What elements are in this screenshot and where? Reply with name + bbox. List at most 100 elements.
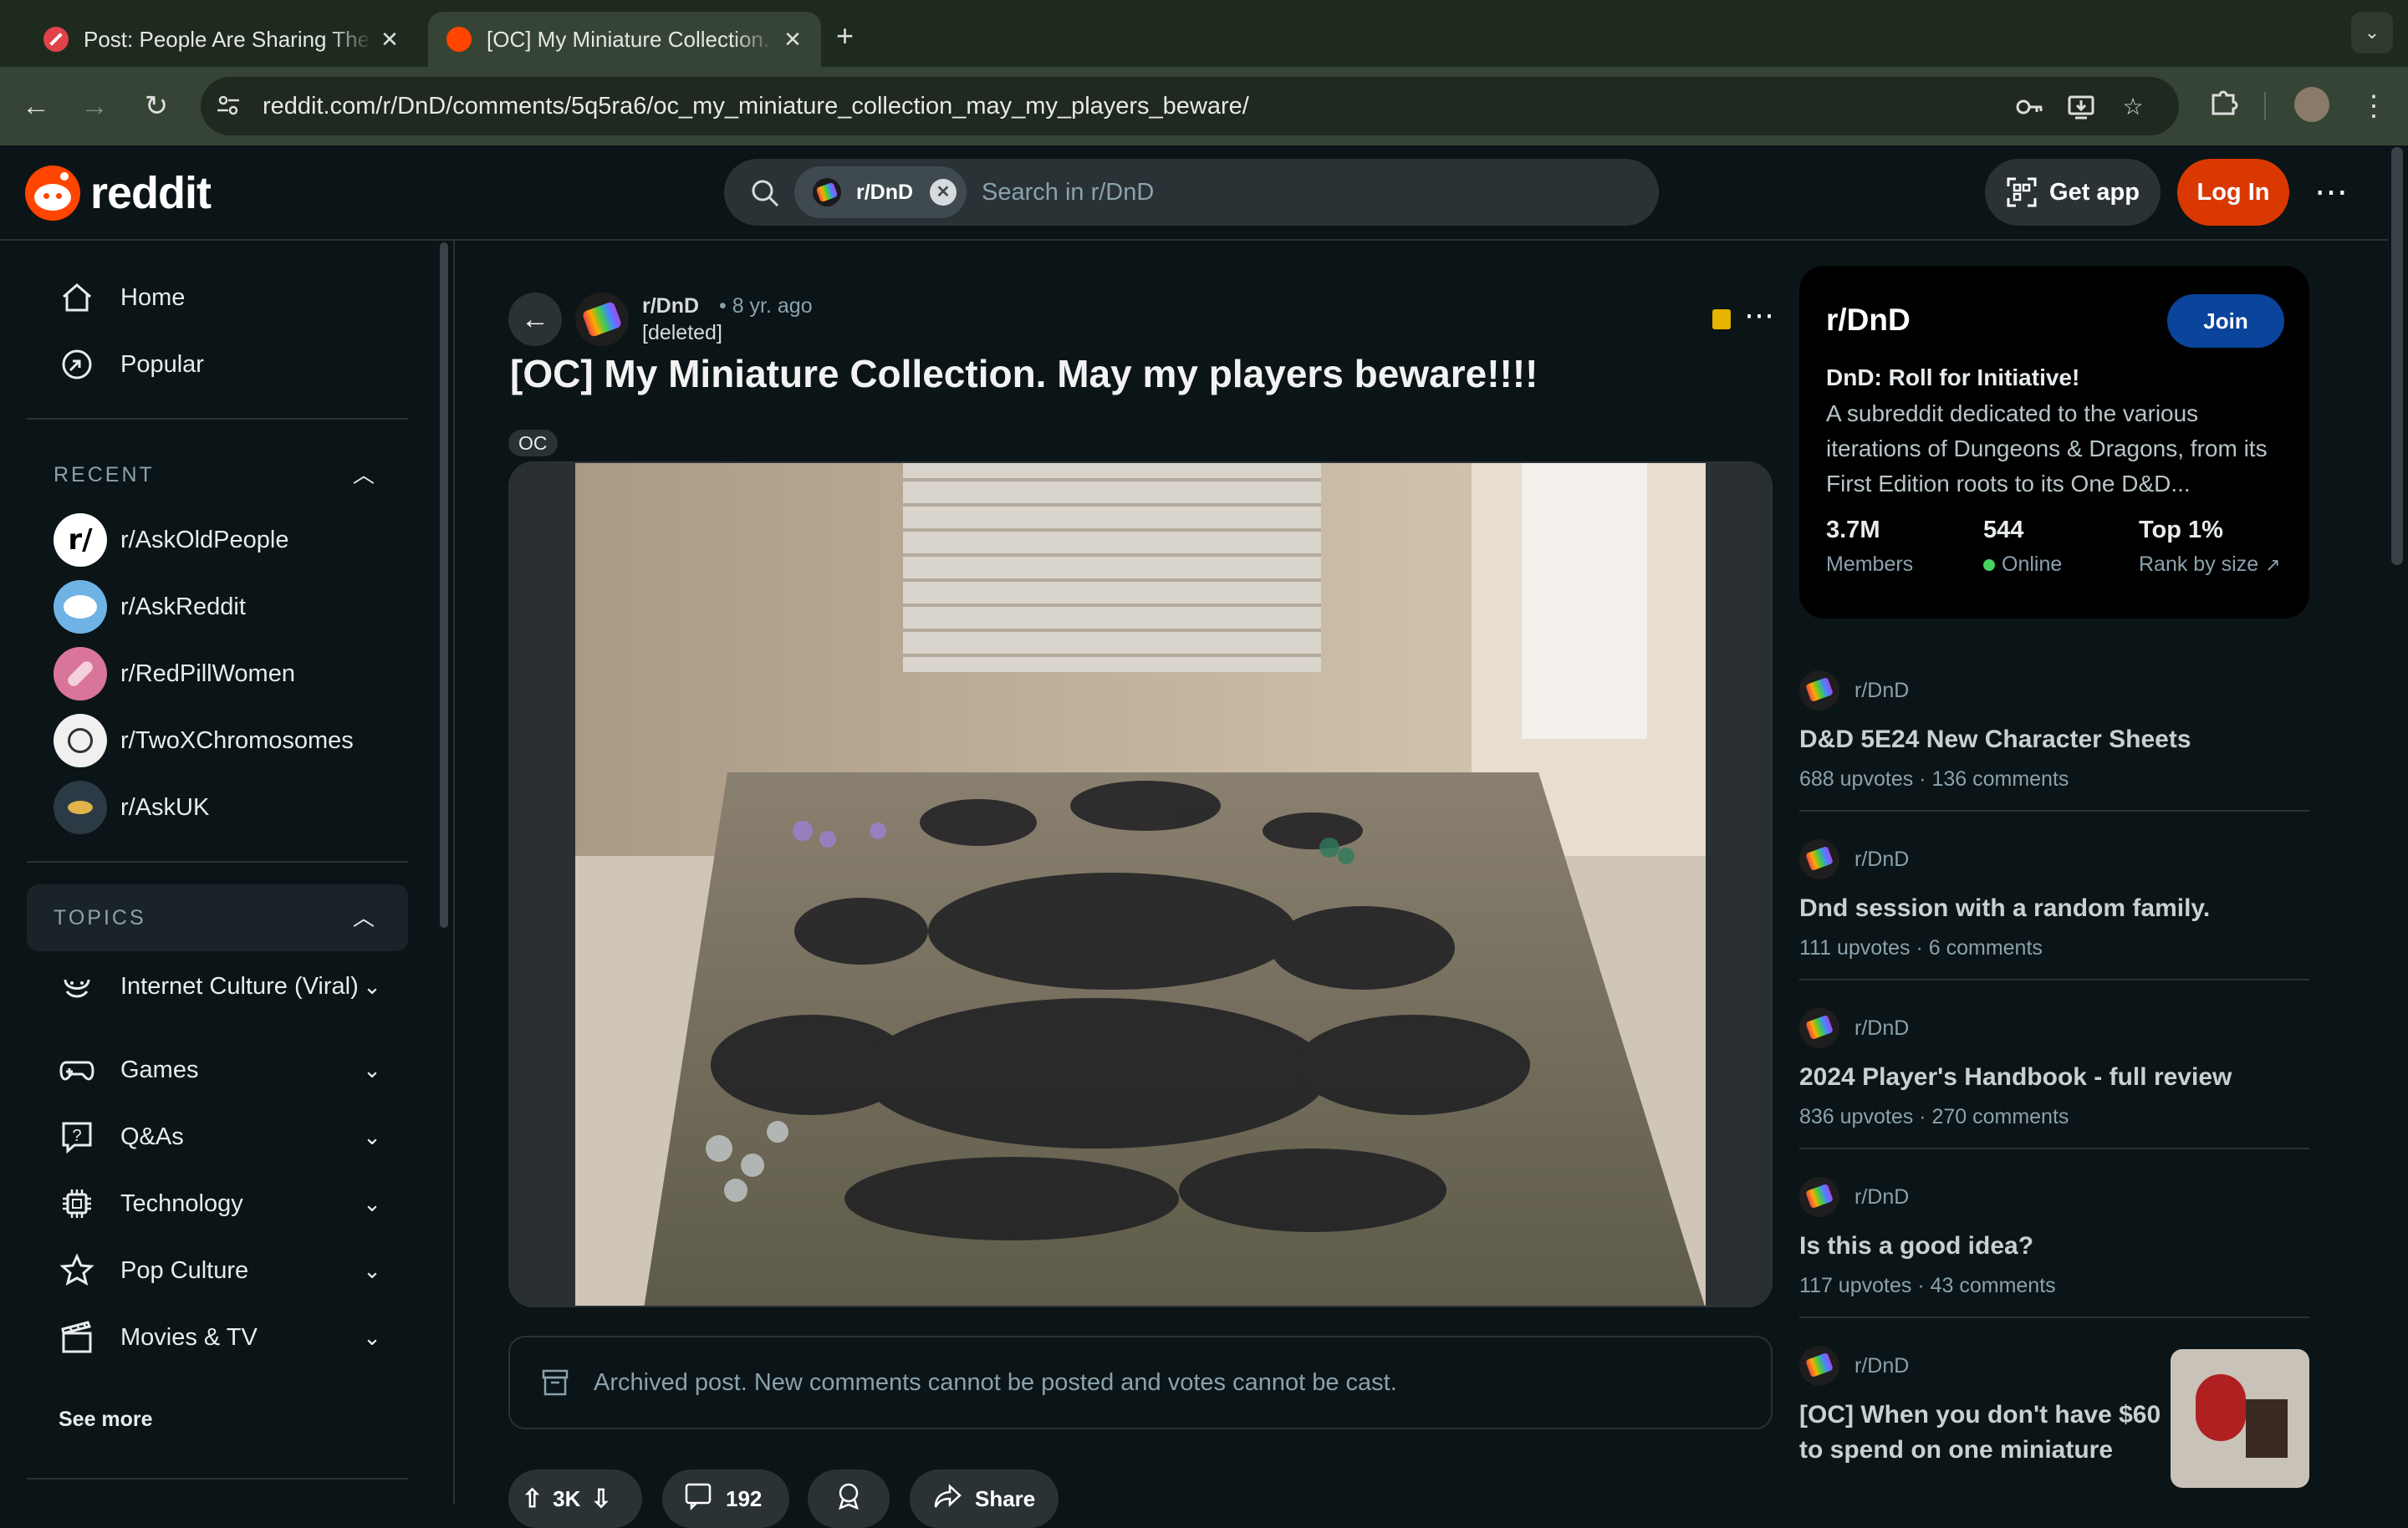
browser-tab-active[interactable]: [OC] My Miniature Collection. ✕ (428, 12, 821, 67)
post-more-options-icon[interactable]: ⋯ (1744, 298, 1774, 333)
related-title[interactable]: Is this a good idea? (1799, 1229, 2309, 1264)
reload-icon[interactable]: ↻ (137, 87, 176, 125)
collapse-chevron-up-icon[interactable]: ︿ (351, 458, 376, 487)
sidebar-item-askoldpeople[interactable]: r/ r/AskOldPeople (54, 513, 289, 567)
get-app-button[interactable]: Get app (1985, 159, 2161, 226)
related-post[interactable]: r/DnD 2024 Player's Handbook - full revi… (1799, 1008, 2309, 1149)
address-bar[interactable]: reddit.com/r/DnD/comments/5q5ra6/oc_my_m… (201, 77, 2179, 135)
key-icon[interactable] (2015, 93, 2043, 121)
stat-label: Members (1826, 553, 1914, 576)
related-title[interactable]: D&D 5E24 New Character Sheets (1799, 722, 2309, 757)
close-tab-icon[interactable]: ✕ (776, 27, 809, 53)
subreddit-avatar (1799, 1008, 1839, 1048)
related-comments: 270 comments (1931, 1105, 2069, 1128)
browser-tab-post[interactable]: Post: People Are Sharing The ✕ (25, 12, 418, 67)
topic-technology[interactable]: Technology ⌄ (59, 1185, 385, 1222)
post-flair[interactable]: OC (508, 430, 558, 456)
topic-qas[interactable]: ? Q&As ⌄ (59, 1118, 385, 1155)
chevron-down-icon[interactable]: ⌄ (360, 1258, 385, 1284)
search-input[interactable]: Search in r/DnD (982, 159, 1154, 226)
subreddit-avatar[interactable] (575, 293, 629, 346)
sidebar-item-label: r/TwoXChromosomes (120, 726, 354, 754)
site-settings-icon[interactable] (214, 93, 242, 121)
archived-notice: Archived post. New comments cannot be po… (508, 1336, 1773, 1429)
search-bar[interactable]: r/DnD ✕ Search in r/DnD (724, 159, 1659, 226)
chevron-down-icon[interactable]: ⌄ (360, 1124, 385, 1150)
share-button[interactable]: Share (910, 1469, 1059, 1528)
online-dot-icon (1983, 558, 1995, 571)
join-button[interactable]: Join (2167, 294, 2284, 348)
topic-games[interactable]: Games ⌄ (59, 1052, 385, 1088)
sidebar-item-redpillwomen[interactable]: r/RedPillWomen (54, 647, 295, 700)
clear-chip-icon[interactable]: ✕ (930, 179, 957, 206)
profile-avatar[interactable] (2294, 87, 2329, 122)
bookmark-star-icon[interactable]: ☆ (2119, 93, 2147, 121)
star-icon (59, 1252, 95, 1289)
upvote-arrow-icon[interactable]: ⇧ (522, 1485, 543, 1514)
comments-button[interactable]: 192 (662, 1469, 789, 1528)
topics-section-header[interactable]: TOPICS (54, 906, 146, 930)
archive-box-icon (538, 1366, 572, 1399)
chevron-down-icon[interactable]: ⌄ (360, 974, 385, 1000)
browser-menu-icon[interactable]: ⋮ (2354, 87, 2393, 125)
community-name[interactable]: r/DnD (1826, 303, 1911, 338)
reddit-logo[interactable]: reddit (25, 166, 212, 221)
sidebar-item-label: r/AskReddit (120, 593, 246, 620)
related-subreddit: r/DnD (1854, 847, 1910, 871)
community-tagline: DnD: Roll for Initiative! (1826, 364, 2080, 390)
sidebar-item-popular[interactable]: Popular (59, 346, 204, 383)
recent-section-header[interactable]: RECENT (54, 463, 155, 487)
sidebar-scrollbar[interactable] (440, 242, 448, 928)
related-thumbnail[interactable] (2171, 1349, 2309, 1488)
sidebar-item-askreddit[interactable]: r/AskReddit (54, 580, 246, 634)
tab-search-chevron-icon[interactable]: ⌄ (2351, 12, 2393, 53)
page-scrollbar[interactable] (2391, 147, 2403, 565)
related-upvotes: 688 upvotes (1799, 767, 1914, 791)
related-post[interactable]: r/DnD Is this a good idea? 117 upvotes ·… (1799, 1177, 2309, 1318)
sidebar-item-twoxchromosomes[interactable]: r/TwoXChromosomes (54, 714, 354, 767)
related-comments: 6 comments (1928, 936, 2043, 960)
collapse-chevron-up-icon[interactable]: ︿ (351, 901, 376, 930)
chevron-down-icon[interactable]: ⌄ (360, 1325, 385, 1351)
dnd-avatar-icon (813, 178, 841, 206)
close-tab-icon[interactable]: ✕ (373, 27, 406, 53)
new-tab-icon[interactable]: + (836, 18, 854, 53)
post-image[interactable] (508, 461, 1773, 1307)
archived-notice-text: Archived post. New comments cannot be po… (594, 1368, 1397, 1396)
award-button[interactable] (808, 1469, 890, 1528)
subreddit-avatar (1799, 1346, 1839, 1386)
extensions-puzzle-icon[interactable] (2204, 87, 2242, 125)
subreddit-avatar (1799, 670, 1839, 711)
topic-movies-tv[interactable]: Movies & TV ⌄ (59, 1319, 385, 1356)
related-title[interactable]: [OC] When you don't have $60 to spend on… (1799, 1398, 2167, 1468)
related-title[interactable]: 2024 Player's Handbook - full review (1799, 1060, 2309, 1095)
post-subreddit-link[interactable]: r/DnD (642, 294, 699, 318)
related-post[interactable]: r/DnD D&D 5E24 New Character Sheets 688 … (1799, 670, 2309, 812)
sidebar-item-home[interactable]: Home (59, 279, 185, 316)
sidebar-item-label: r/AskOldPeople (120, 526, 289, 553)
topic-internet-culture[interactable]: Internet Culture (Viral) ⌄ (59, 968, 385, 1005)
related-post[interactable]: r/DnD Dnd session with a random family. … (1799, 839, 2309, 980)
stat-members: 3.7M Members (1826, 517, 1913, 577)
downvote-arrow-icon[interactable]: ⇩ (590, 1485, 611, 1514)
chevron-down-icon[interactable]: ⌄ (360, 1057, 385, 1083)
post-author: [deleted] (642, 321, 722, 344)
login-button[interactable]: Log In (2177, 159, 2289, 226)
subreddit-search-chip[interactable]: r/DnD ✕ (794, 166, 967, 218)
more-options-icon[interactable]: ⋯ (2314, 167, 2348, 217)
forward-arrow-icon[interactable]: → (75, 87, 114, 125)
topic-pop-culture[interactable]: Pop Culture ⌄ (59, 1252, 385, 1289)
chevron-down-icon[interactable]: ⌄ (360, 1191, 385, 1217)
related-post[interactable]: r/DnD [OC] When you don't have $60 to sp… (1799, 1346, 2309, 1505)
back-arrow-icon[interactable]: ← (17, 87, 55, 125)
install-app-icon[interactable] (2067, 93, 2095, 121)
see-more-link[interactable]: See more (59, 1408, 153, 1432)
topic-label: Q&As (120, 1123, 184, 1150)
url-text[interactable]: reddit.com/r/DnD/comments/5q5ra6/oc_my_m… (263, 77, 1249, 135)
back-button[interactable]: ← (508, 293, 562, 346)
stat-rank[interactable]: Top 1% Rank by size ↗ (2139, 517, 2281, 577)
sidebar-item-askuk[interactable]: r/AskUK (54, 781, 209, 834)
related-comments: 43 comments (1930, 1274, 2056, 1297)
question-icon: ? (59, 1118, 95, 1155)
related-title[interactable]: Dnd session with a random family. (1799, 891, 2309, 926)
